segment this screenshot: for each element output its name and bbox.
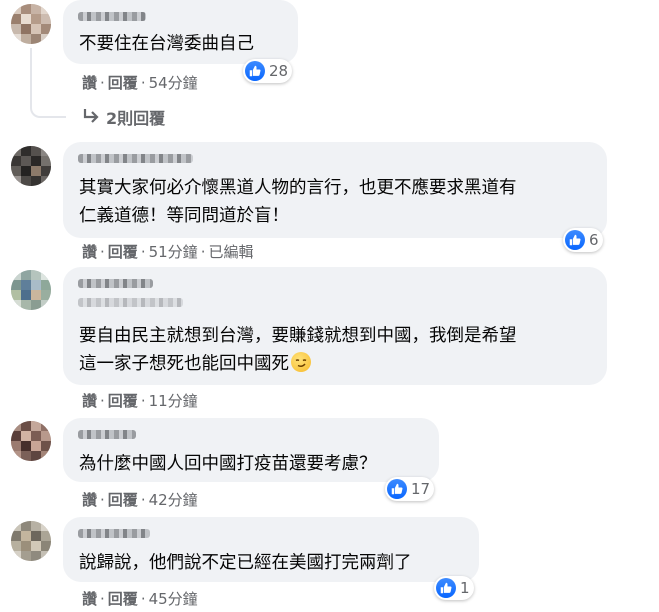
- timestamp[interactable]: 51分鐘: [149, 243, 198, 261]
- comment-text-line: 這一家子想死也能回中國死: [79, 350, 311, 378]
- commenter-avatar[interactable]: [11, 521, 51, 561]
- comment-actions: 讚 · 回覆 · 42分鐘: [82, 491, 198, 509]
- reaction-number: 28: [269, 62, 289, 80]
- comment-text-line: 說歸說，他們說不定已經在美國打完兩劑了: [79, 553, 412, 573]
- commenter-name[interactable]: [78, 154, 193, 163]
- reply-button[interactable]: 回覆: [108, 74, 138, 92]
- comment-actions: 讚 · 回覆 · 51分鐘 · 已編輯: [82, 243, 254, 261]
- reaction-number: 17: [411, 480, 431, 498]
- comment-bubble: 不要住在台灣委曲自己: [63, 0, 298, 64]
- thumbs-up-icon: [565, 230, 585, 250]
- thread-connector: [30, 48, 66, 118]
- commenter-name[interactable]: [78, 279, 153, 288]
- view-replies-link[interactable]: 2則回覆: [82, 105, 165, 129]
- comment-bubble: 其實大家何必介懷黑道人物的言行，也更不應要求黑道有 仁義道德！等同問道於盲！: [63, 142, 607, 238]
- comment-actions: 讚 · 回覆 · 11分鐘: [82, 392, 198, 410]
- commenter-avatar[interactable]: [11, 146, 51, 186]
- like-button[interactable]: 讚: [82, 74, 97, 92]
- smirk-emoji-icon: [291, 352, 311, 372]
- like-button[interactable]: 讚: [82, 491, 97, 509]
- commenter-avatar[interactable]: [11, 421, 51, 461]
- reaction-count[interactable]: 28: [243, 59, 293, 83]
- thumbs-up-icon: [245, 61, 265, 81]
- timestamp[interactable]: 42分鐘: [149, 491, 198, 509]
- like-button[interactable]: 讚: [82, 392, 97, 410]
- timestamp[interactable]: 54分鐘: [149, 74, 198, 92]
- comment-text-line: 要自由民主就想到台灣，要賺錢就想到中國，我倒是希望: [79, 326, 517, 346]
- reply-button[interactable]: 回覆: [108, 491, 138, 509]
- comment-actions: 讚 · 回覆 · 54分鐘: [82, 74, 198, 92]
- comment-text-line: 仁義道德！等同問道於盲！: [79, 206, 289, 226]
- edited-label[interactable]: 已編輯: [208, 243, 253, 261]
- thumbs-up-icon: [436, 578, 456, 598]
- comment-text-line: 其實大家何必介懷黑道人物的言行，也更不應要求黑道有: [79, 178, 517, 198]
- comment-bubble: 要自由民主就想到台灣，要賺錢就想到中國，我倒是希望 這一家子想死也能回中國死: [63, 267, 607, 385]
- comment-bubble: 說歸說，他們說不定已經在美國打完兩劑了: [63, 517, 479, 582]
- commenter-subtitle: [78, 298, 183, 307]
- comment-bubble: 為什麼中國人回中國打疫苗還要考慮？: [63, 418, 439, 482]
- comment-text-line: 不要住在台灣委曲自己: [79, 34, 254, 54]
- commenter-name[interactable]: [78, 529, 150, 538]
- timestamp[interactable]: 45分鐘: [149, 590, 198, 608]
- commenter-avatar[interactable]: [11, 4, 51, 44]
- reply-button[interactable]: 回覆: [108, 392, 138, 410]
- reply-button[interactable]: 回覆: [108, 243, 138, 261]
- reaction-count[interactable]: 17: [385, 477, 435, 501]
- comment-actions: 讚 · 回覆 · 45分鐘: [82, 590, 198, 608]
- reaction-number: 1: [460, 579, 470, 597]
- reaction-count[interactable]: 6: [563, 228, 603, 252]
- timestamp[interactable]: 11分鐘: [149, 392, 198, 410]
- comment-text-line: 為什麼中國人回中國打疫苗還要考慮？: [79, 454, 377, 474]
- commenter-name[interactable]: [78, 430, 136, 439]
- commenter-name[interactable]: [78, 12, 146, 21]
- thumbs-up-icon: [387, 479, 407, 499]
- reply-arrow-icon: [82, 108, 100, 128]
- reply-button[interactable]: 回覆: [108, 590, 138, 608]
- commenter-avatar[interactable]: [11, 270, 51, 310]
- reaction-number: 6: [589, 231, 599, 249]
- reaction-count[interactable]: 1: [434, 576, 474, 600]
- like-button[interactable]: 讚: [82, 590, 97, 608]
- like-button[interactable]: 讚: [82, 243, 97, 261]
